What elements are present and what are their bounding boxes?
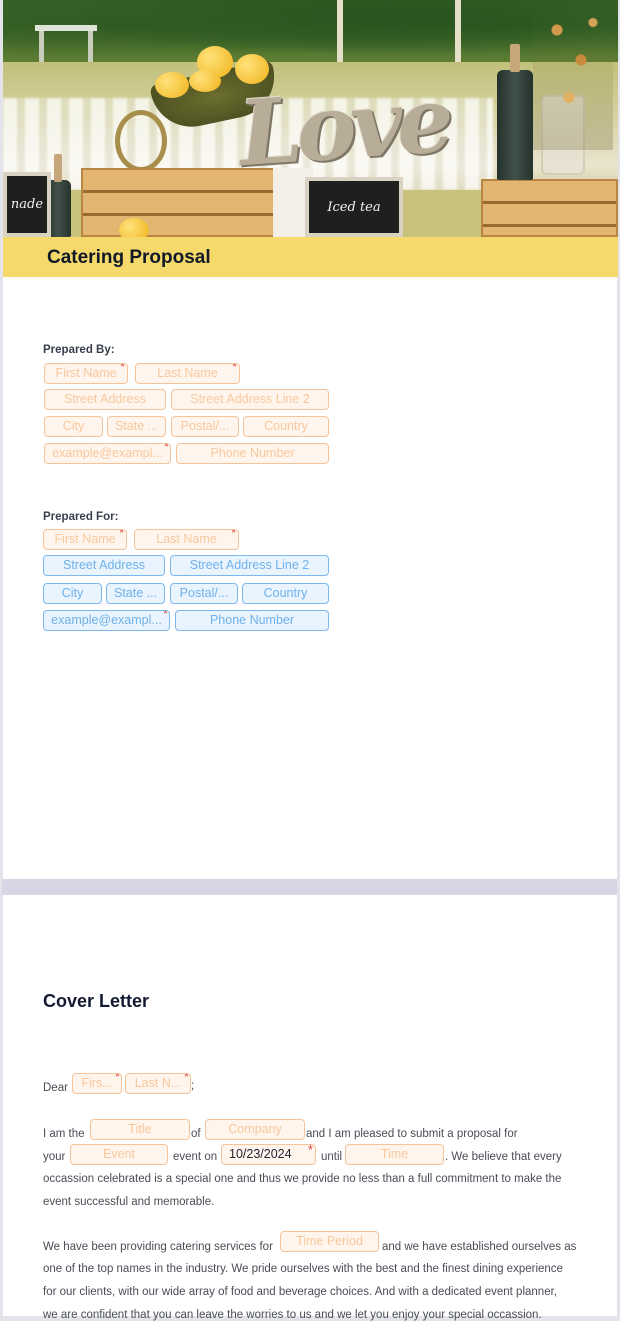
dear-last-name-field[interactable]: Last N... *: [125, 1073, 191, 1094]
love-sign: Love: [235, 66, 452, 188]
p1-text: your: [43, 1151, 66, 1163]
event-field[interactable]: Event: [70, 1144, 168, 1165]
p1-text: occassion celebrated is a special one an…: [43, 1173, 562, 1185]
required-marker: *: [163, 443, 169, 454]
prepared-for-street-address-field[interactable]: Street Address: [43, 555, 165, 576]
salutation-end: ;: [191, 1080, 195, 1092]
p1-text: of: [191, 1128, 201, 1140]
dear-first-name-field[interactable]: Firs... *: [72, 1073, 122, 1094]
date-field[interactable]: 10/23/2024 *: [221, 1144, 316, 1165]
lemon: [155, 72, 189, 98]
prepared-by-phone-field[interactable]: Phone Number: [176, 443, 329, 464]
prepared-by-street-address-2-field[interactable]: Street Address Line 2: [171, 389, 329, 410]
prepared-for-street-address-2-field[interactable]: Street Address Line 2: [170, 555, 329, 576]
required-marker: *: [118, 529, 124, 540]
required-marker: *: [183, 1073, 189, 1084]
document-title: Catering Proposal: [47, 247, 211, 268]
page-separator: [2, 879, 617, 895]
page-1: Love nade Iced tea Catering Proposal Pre…: [2, 0, 618, 879]
prepared-for-email-field[interactable]: example@exampl... *: [43, 610, 170, 631]
p1-text: and I am pleased to submit a proposal fo…: [306, 1128, 518, 1140]
prepared-for-postal-field[interactable]: Postal/...: [170, 583, 238, 604]
page-2: Cover Letter Dear Firs... * Last N... * …: [2, 895, 617, 1321]
salutation-text: Dear: [43, 1082, 68, 1094]
prepared-by-last-name-field[interactable]: Last Name *: [135, 363, 240, 384]
cover-letter-title: Cover Letter: [43, 991, 150, 1011]
prepared-for-first-name-field[interactable]: First Name *: [43, 529, 127, 550]
p1-text: I am the: [43, 1128, 85, 1140]
lemon: [189, 70, 221, 92]
p1-text: until: [321, 1151, 343, 1163]
time-period-field[interactable]: Time Period: [280, 1231, 379, 1252]
p1-text: event on: [173, 1151, 218, 1163]
required-marker: *: [119, 363, 125, 374]
p2-text: we are confident that you can leave the …: [43, 1309, 542, 1321]
p2-text: We have been providing catering services…: [43, 1241, 273, 1253]
prepared-for-last-name-field[interactable]: Last Name *: [134, 529, 239, 550]
wooden-crate: [481, 179, 618, 237]
title-bar: Catering Proposal: [3, 237, 618, 277]
prepared-by-label: Prepared By:: [43, 344, 115, 356]
dried-flowers: [533, 0, 613, 150]
prepared-for-city-field[interactable]: City: [43, 583, 102, 604]
prepared-by-state-field[interactable]: State ...: [107, 416, 166, 437]
p2-text: and we have established ourselves as: [382, 1241, 577, 1253]
required-marker: *: [162, 610, 168, 621]
prepared-by-email-field[interactable]: example@exampl... *: [44, 443, 171, 464]
p2-text: for our clients, with our wide array of …: [43, 1286, 557, 1298]
p1-text: event successful and memorable.: [43, 1196, 215, 1208]
wheelbarrow-wheel: [115, 110, 167, 172]
prepared-for-state-field[interactable]: State ...: [106, 583, 165, 604]
required-marker: *: [307, 1144, 313, 1157]
prepared-by-country-field[interactable]: Country: [243, 416, 329, 437]
hero-image: Love nade Iced tea: [3, 0, 618, 237]
bottle: [497, 44, 533, 180]
prepared-for-phone-field[interactable]: Phone Number: [175, 610, 329, 631]
pavilion: [35, 25, 97, 73]
company-field[interactable]: Company: [205, 1119, 305, 1140]
p1-text: . We believe that every: [445, 1151, 562, 1163]
required-marker: *: [230, 529, 236, 540]
required-marker: *: [114, 1073, 120, 1084]
lemon: [119, 218, 149, 237]
prepared-for-label: Prepared For:: [43, 511, 119, 523]
chalkboard-sign: Iced tea: [305, 177, 403, 237]
prepared-by-postal-field[interactable]: Postal/...: [171, 416, 239, 437]
p2-text: one of the top names in the industry. We…: [43, 1263, 563, 1275]
required-marker: *: [231, 363, 237, 374]
chalkboard-sign: nade: [3, 172, 51, 237]
prepared-by-first-name-field[interactable]: First Name *: [44, 363, 128, 384]
prepared-by-street-address-field[interactable]: Street Address: [44, 389, 166, 410]
time-field[interactable]: Time: [345, 1144, 444, 1165]
title-field[interactable]: Title: [90, 1119, 190, 1140]
prepared-for-country-field[interactable]: Country: [242, 583, 329, 604]
prepared-by-city-field[interactable]: City: [44, 416, 103, 437]
